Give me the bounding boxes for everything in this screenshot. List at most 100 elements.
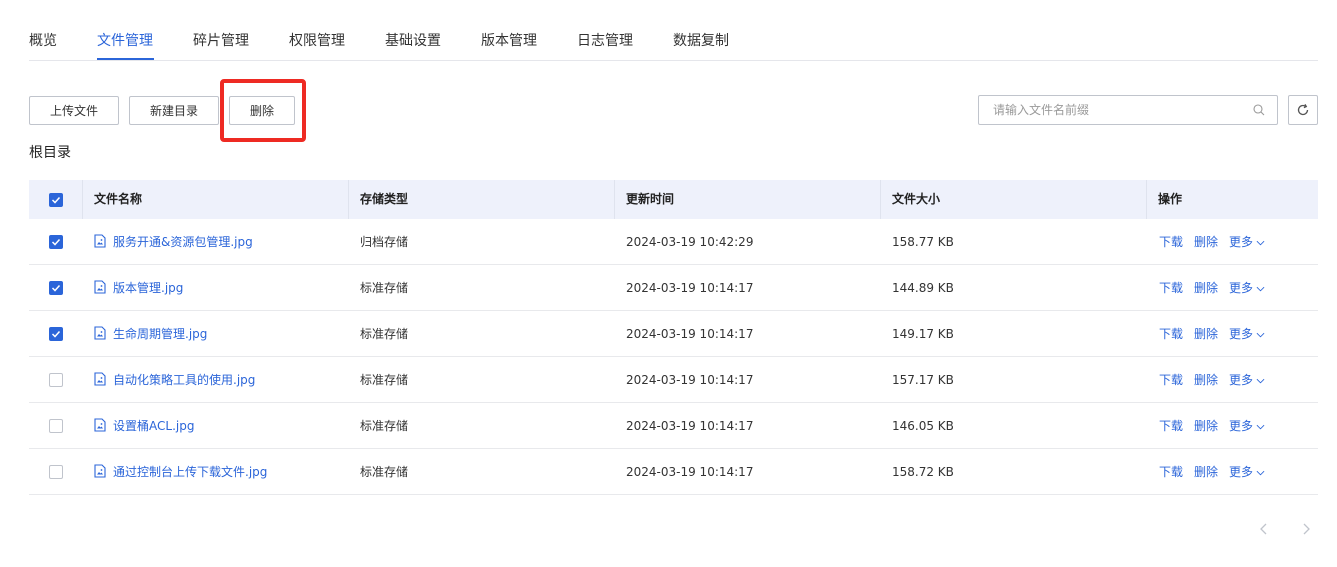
- file-name-cell: 版本管理.jpg: [94, 265, 183, 311]
- chevron-down-icon: [1256, 424, 1265, 430]
- more-dropdown[interactable]: 更多: [1229, 281, 1265, 295]
- table-row: 通过控制台上传下载文件.jpg 标准存储 2024-03-19 10:14:17…: [29, 449, 1318, 495]
- actions-cell: 下载 删除 更多: [1159, 265, 1276, 311]
- table-row: 服务开通&资源包管理.jpg 归档存储 2024-03-19 10:42:29 …: [29, 219, 1318, 265]
- column-header-actions: 操作: [1158, 192, 1183, 206]
- row-checkbox[interactable]: [49, 373, 63, 387]
- file-size-cell: 149.17 KB: [892, 327, 954, 341]
- file-size-cell: 158.72 KB: [892, 465, 954, 479]
- chevron-down-icon: [1256, 470, 1265, 476]
- select-all-checkbox[interactable]: [49, 193, 63, 207]
- tab-log-management[interactable]: 日志管理: [577, 31, 633, 51]
- storage-type-cell: 标准存储: [360, 373, 409, 387]
- download-link[interactable]: 下载: [1159, 465, 1183, 479]
- tab-bar: 概览 文件管理 碎片管理 权限管理 基础设置 版本管理 日志管理 数据复制: [29, 0, 1318, 61]
- delete-link[interactable]: 删除: [1194, 419, 1218, 433]
- file-size-cell: 157.17 KB: [892, 373, 954, 387]
- file-name-link[interactable]: 设置桶ACL.jpg: [113, 419, 194, 433]
- search-icon[interactable]: [1253, 104, 1265, 116]
- file-table: 文件名称 存储类型 更新时间 文件大小 操作 服务开通&资源包管理.jpg 归档…: [29, 180, 1318, 495]
- delete-link[interactable]: 删除: [1194, 235, 1218, 249]
- actions-cell: 下载 删除 更多: [1159, 403, 1276, 449]
- file-name-link[interactable]: 版本管理.jpg: [113, 281, 183, 295]
- download-link[interactable]: 下载: [1159, 373, 1183, 387]
- file-name-link[interactable]: 通过控制台上传下载文件.jpg: [113, 465, 267, 479]
- row-checkbox[interactable]: [49, 465, 63, 479]
- row-checkbox[interactable]: [49, 281, 63, 295]
- more-dropdown[interactable]: 更多: [1229, 419, 1265, 433]
- storage-type-cell: 标准存储: [360, 419, 409, 433]
- updated-time-cell: 2024-03-19 10:42:29: [626, 235, 754, 249]
- updated-time-cell: 2024-03-19 10:14:17: [626, 281, 754, 295]
- column-separator: [348, 180, 349, 219]
- tab-basic-settings[interactable]: 基础设置: [385, 31, 441, 51]
- refresh-button[interactable]: [1288, 95, 1318, 125]
- tab-version-management[interactable]: 版本管理: [481, 31, 537, 51]
- file-name-cell: 自动化策略工具的使用.jpg: [94, 357, 255, 403]
- upload-file-button[interactable]: 上传文件: [29, 96, 119, 125]
- file-image-icon: [94, 326, 106, 340]
- table-row: 版本管理.jpg 标准存储 2024-03-19 10:14:17 144.89…: [29, 265, 1318, 311]
- delete-link[interactable]: 删除: [1194, 281, 1218, 295]
- file-image-icon: [94, 372, 106, 386]
- storage-type-cell: 标准存储: [360, 465, 409, 479]
- file-size-cell: 144.89 KB: [892, 281, 954, 295]
- file-name-cell: 设置桶ACL.jpg: [94, 403, 194, 449]
- file-name-cell: 服务开通&资源包管理.jpg: [94, 219, 253, 265]
- file-image-icon: [94, 464, 106, 478]
- actions-cell: 下载 删除 更多: [1159, 219, 1276, 265]
- file-name-link[interactable]: 生命周期管理.jpg: [113, 327, 207, 341]
- column-separator: [614, 180, 615, 219]
- storage-type-cell: 标准存储: [360, 327, 409, 341]
- file-name-cell: 通过控制台上传下载文件.jpg: [94, 449, 267, 495]
- new-directory-button[interactable]: 新建目录: [129, 96, 219, 125]
- tab-data-replication[interactable]: 数据复制: [673, 31, 729, 51]
- chevron-right-icon[interactable]: [1298, 520, 1314, 538]
- check-icon: [51, 284, 61, 292]
- file-size-cell: 146.05 KB: [892, 419, 954, 433]
- download-link[interactable]: 下载: [1159, 327, 1183, 341]
- more-dropdown[interactable]: 更多: [1229, 327, 1265, 341]
- more-dropdown[interactable]: 更多: [1229, 373, 1265, 387]
- updated-time-cell: 2024-03-19 10:14:17: [626, 327, 754, 341]
- highlight-annotation-box: [220, 79, 306, 142]
- file-image-icon: [94, 280, 106, 294]
- chevron-down-icon: [1256, 286, 1265, 292]
- updated-time-cell: 2024-03-19 10:14:17: [626, 419, 754, 433]
- tab-file-management[interactable]: 文件管理: [97, 31, 153, 51]
- row-checkbox[interactable]: [49, 235, 63, 249]
- file-name-link[interactable]: 服务开通&资源包管理.jpg: [113, 235, 253, 249]
- tab-fragment-management[interactable]: 碎片管理: [193, 31, 249, 51]
- breadcrumb: 根目录: [29, 145, 71, 161]
- delete-link[interactable]: 删除: [1194, 465, 1218, 479]
- row-checkbox[interactable]: [49, 419, 63, 433]
- chevron-down-icon: [1256, 240, 1265, 246]
- delete-link[interactable]: 删除: [1194, 373, 1218, 387]
- download-link[interactable]: 下载: [1159, 419, 1183, 433]
- more-label: 更多: [1229, 465, 1254, 479]
- delete-link[interactable]: 删除: [1194, 327, 1218, 341]
- check-icon: [51, 196, 61, 204]
- table-row: 自动化策略工具的使用.jpg 标准存储 2024-03-19 10:14:17 …: [29, 357, 1318, 403]
- actions-cell: 下载 删除 更多: [1159, 357, 1276, 403]
- download-link[interactable]: 下载: [1159, 235, 1183, 249]
- search-input[interactable]: [993, 96, 1243, 124]
- check-icon: [51, 330, 61, 338]
- storage-type-cell: 归档存储: [360, 235, 409, 249]
- chevron-left-icon[interactable]: [1256, 520, 1272, 538]
- table-header: 文件名称 存储类型 更新时间 文件大小 操作: [29, 180, 1318, 219]
- active-tab-indicator: [97, 58, 154, 60]
- actions-cell: 下载 删除 更多: [1159, 449, 1276, 495]
- chevron-down-icon: [1256, 378, 1265, 384]
- more-label: 更多: [1229, 373, 1254, 387]
- tab-overview[interactable]: 概览: [29, 31, 57, 51]
- more-dropdown[interactable]: 更多: [1229, 235, 1265, 249]
- row-checkbox[interactable]: [49, 327, 63, 341]
- download-link[interactable]: 下载: [1159, 281, 1183, 295]
- column-header-size: 文件大小: [892, 192, 941, 206]
- updated-time-cell: 2024-03-19 10:14:17: [626, 465, 754, 479]
- tab-permission-management[interactable]: 权限管理: [289, 31, 345, 51]
- file-name-link[interactable]: 自动化策略工具的使用.jpg: [113, 373, 255, 387]
- more-dropdown[interactable]: 更多: [1229, 465, 1265, 479]
- search-box: [978, 95, 1278, 125]
